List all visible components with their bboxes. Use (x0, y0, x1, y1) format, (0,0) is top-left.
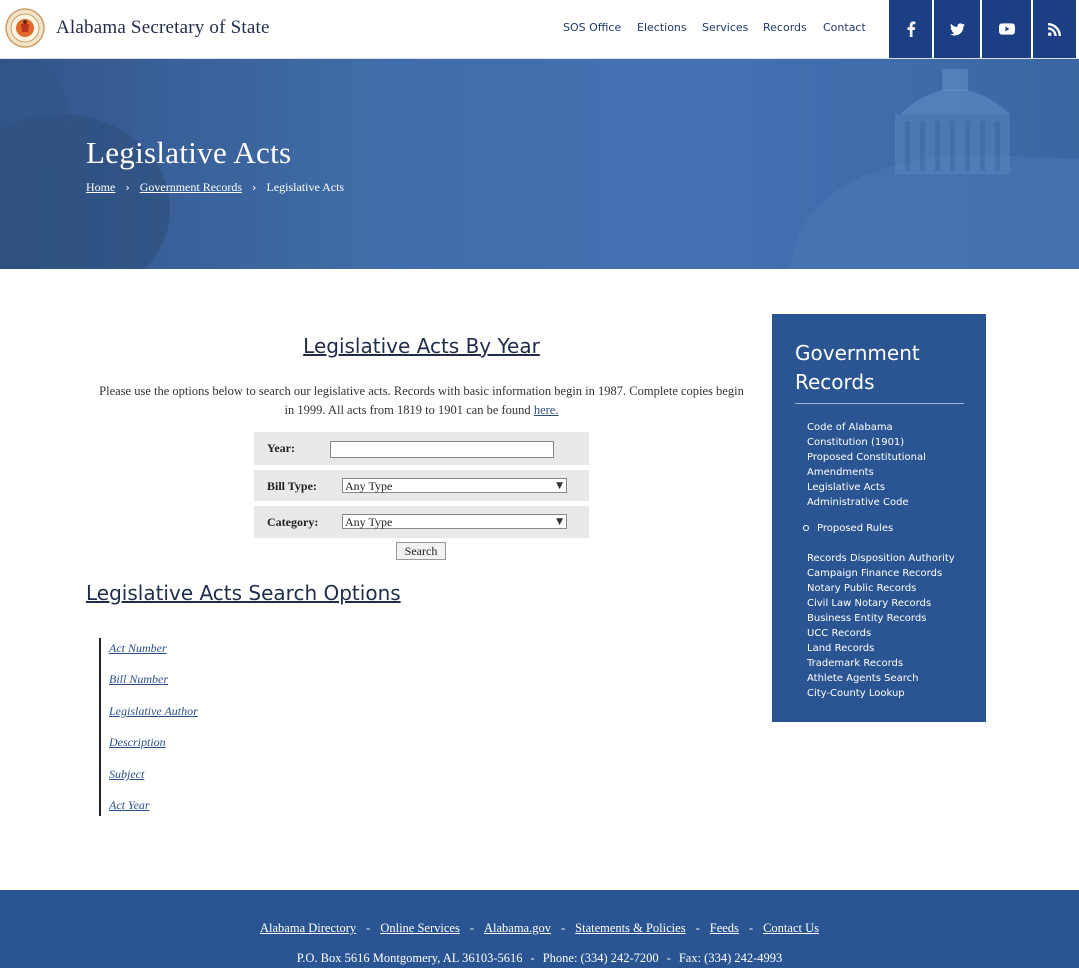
page-title: Legislative Acts (86, 135, 292, 170)
sidebar-item-records-disposition[interactable]: Records Disposition Authority (807, 551, 955, 566)
option-bill-number[interactable]: Bill Number (109, 672, 168, 687)
option-description[interactable]: Description (109, 735, 166, 750)
sidebar-divider (795, 403, 964, 404)
footer-link-contact-us[interactable]: Contact Us (763, 921, 819, 935)
option-act-number[interactable]: Act Number (109, 641, 167, 656)
category-label: Category: (267, 515, 319, 529)
chevron-right-icon: › (252, 181, 257, 194)
footer-contact-info: P.O. Box 5616 Montgomery, AL 36103-5616-… (296, 951, 783, 965)
sidebar-item-athlete-agents[interactable]: Athlete Agents Search (807, 671, 918, 686)
breadcrumb-home[interactable]: Home (86, 180, 115, 194)
state-seal-logo[interactable] (5, 8, 45, 48)
nav-sos-office[interactable]: SOS Office (563, 21, 621, 34)
twitter-button[interactable] (934, 0, 980, 58)
sidebar-item-proposed-amendments-cont[interactable]: Amendments (807, 465, 874, 480)
rss-icon (1048, 22, 1061, 36)
sidebar-title: Government Records (795, 341, 920, 394)
footer-address: P.O. Box 5616 Montgomery, AL 36103-5616 (296, 951, 523, 965)
sidebar-item-proposed-amendments[interactable]: Proposed Constitutional (807, 450, 926, 465)
year-input[interactable] (330, 441, 554, 458)
footer-fax: Fax: (334) 242-4993 (678, 951, 783, 965)
breadcrumb-government-records[interactable]: Government Records (140, 180, 242, 194)
site-footer: Alabama Directory - Online Services - Alabam… (0, 890, 1079, 968)
breadcrumb-current: Legislative Acts (266, 180, 345, 194)
year-row: Year: (254, 432, 589, 465)
footer-link-alabama-gov[interactable]: Alabama.gov (484, 921, 551, 935)
sidebar-government-records: Government Records Code of Alabama Const… (772, 314, 986, 722)
category-row: Category: Any Type ▼ (254, 506, 589, 538)
sidebar-item-civil-law-notary[interactable]: Civil Law Notary Records (807, 596, 931, 611)
sidebar-item-city-county-lookup[interactable]: City-County Lookup (807, 686, 905, 701)
sidebar-item-ucc-records[interactable]: UCC Records (807, 626, 871, 641)
sidebar-item-trademark-records[interactable]: Trademark Records (807, 656, 903, 671)
nav-elections[interactable]: Elections (637, 21, 687, 34)
sidebar-item-proposed-rules[interactable]: Proposed Rules (817, 521, 893, 536)
footer-link-alabama-directory[interactable]: Alabama Directory (260, 921, 356, 935)
chevron-right-icon: › (125, 181, 130, 194)
sidebar-item-business-entity[interactable]: Business Entity Records (807, 611, 926, 626)
footer-phone: Phone: (334) 242-7200 (542, 951, 659, 965)
year-label: Year: (267, 441, 295, 455)
bullet-icon (803, 525, 809, 531)
sidebar-item-land-records[interactable]: Land Records (807, 641, 874, 656)
nav-contact[interactable]: Contact (823, 21, 866, 34)
bill-type-row: Bill Type: Any Type ▼ (254, 470, 589, 501)
sidebar-item-notary-public[interactable]: Notary Public Records (807, 581, 916, 596)
sidebar-item-campaign-finance[interactable]: Campaign Finance Records (807, 566, 942, 581)
footer-link-statements-policies[interactable]: Statements & Policies (575, 921, 685, 935)
facebook-button[interactable] (889, 0, 932, 58)
breadcrumb: Home › Government Records › Legislative Acts (86, 180, 344, 195)
footer-links: Alabama Directory - Online Services - Alabam… (260, 921, 819, 935)
dropdown-arrow-icon: ▼ (556, 517, 563, 527)
search-button[interactable]: Search (396, 542, 446, 560)
section-heading-search-options: Legislative Acts Search Options (86, 581, 401, 605)
section-heading-by-year: Legislative Acts By Year (303, 334, 540, 358)
here-link[interactable]: here. (534, 403, 559, 417)
option-subject[interactable]: Subject (109, 767, 144, 782)
sidebar-item-code-of-alabama[interactable]: Code of Alabama (807, 420, 893, 435)
search-options-list: Act Number Bill Number Legislative Autho… (99, 638, 301, 816)
hero-banner: Legislative Acts Home › Government Records… (0, 59, 1079, 269)
footer-link-feeds[interactable]: Feeds (710, 921, 739, 935)
sidebar-item-legislative-acts[interactable]: Legislative Acts (807, 480, 885, 495)
dropdown-arrow-icon: ▼ (556, 481, 563, 491)
footer-link-online-services[interactable]: Online Services (380, 921, 460, 935)
intro-text: Please use the options below to search o… (99, 384, 744, 417)
youtube-button[interactable] (982, 0, 1031, 58)
bill-type-label: Bill Type: (267, 479, 317, 493)
twitter-icon (949, 22, 965, 35)
bill-type-select[interactable]: Any Type ▼ (342, 478, 567, 493)
option-legislative-author[interactable]: Legislative Author (109, 704, 198, 719)
site-header: Alabama Secretary of State SOS Office El… (0, 0, 1079, 59)
option-act-year[interactable]: Act Year (109, 798, 150, 813)
sidebar-item-constitution[interactable]: Constitution (1901) (807, 435, 904, 450)
youtube-icon (998, 23, 1015, 35)
nav-records[interactable]: Records (763, 21, 807, 34)
sidebar-item-administrative-code[interactable]: Administrative Code (807, 495, 909, 510)
rss-button[interactable] (1033, 0, 1076, 58)
site-title[interactable]: Alabama Secretary of State (56, 17, 270, 39)
facebook-icon (907, 21, 915, 37)
category-select[interactable]: Any Type ▼ (342, 514, 567, 529)
nav-services[interactable]: Services (702, 21, 748, 34)
